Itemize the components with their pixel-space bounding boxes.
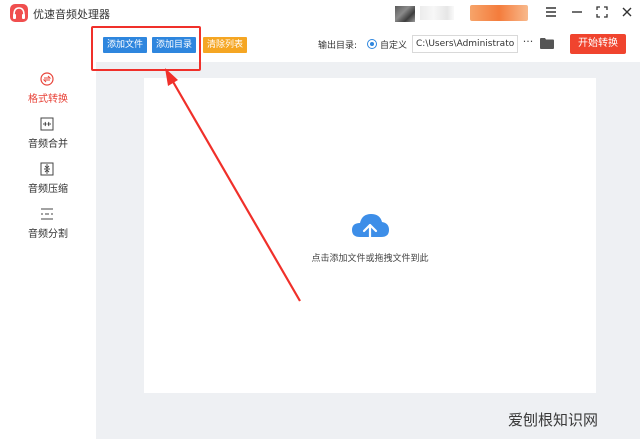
clear-list-button[interactable]: 清除列表 <box>203 37 248 53</box>
title-bar: 优速音频处理器 <box>0 0 640 26</box>
compress-icon <box>40 162 54 176</box>
folder-icon[interactable] <box>540 37 554 49</box>
start-convert-button[interactable]: 开始转换 <box>570 34 626 54</box>
custom-output-label[interactable]: 自定义 <box>380 38 407 51</box>
format-convert-icon <box>40 72 54 86</box>
sidebar-item-audio-compress[interactable]: 音频压缩 <box>0 162 96 206</box>
sidebar-item-label: 音频合并 <box>28 139 68 150</box>
app-title: 优速音频处理器 <box>33 8 110 21</box>
file-dropzone[interactable]: 点击添加文件或拖拽文件到此 <box>144 78 596 393</box>
sidebar-item-label: 音频压缩 <box>28 184 68 195</box>
menu-icon[interactable] <box>543 4 559 20</box>
sidebar-item-audio-merge[interactable]: 音频合并 <box>0 117 96 161</box>
output-dir-label: 输出目录: <box>318 41 358 51</box>
app-window: 优速音频处理器 格式转换 音频合并 音频压缩 音频分割 点击添加文件或拖拽文件到… <box>0 0 640 439</box>
maximize-icon[interactable] <box>594 4 610 20</box>
minimize-icon[interactable] <box>569 4 585 20</box>
app-logo-icon <box>10 4 28 22</box>
cloud-upload-icon <box>352 214 389 243</box>
close-icon[interactable] <box>619 4 635 20</box>
sidebar-item-label: 格式转换 <box>28 94 68 105</box>
user-name <box>420 6 454 20</box>
sidebar-item-label: 音频分割 <box>28 229 68 240</box>
sidebar-item-audio-split[interactable]: 音频分割 <box>0 207 96 251</box>
annotation-highlight-box <box>91 26 201 71</box>
custom-output-radio[interactable] <box>367 39 377 49</box>
workspace: 点击添加文件或拖拽文件到此 <box>96 62 640 439</box>
user-avatar[interactable] <box>395 6 415 22</box>
vip-badge[interactable] <box>470 5 528 21</box>
sidebar-item-format-convert[interactable]: 格式转换 <box>0 72 96 116</box>
output-path-field[interactable] <box>412 35 518 53</box>
sidebar: 格式转换 音频合并 音频压缩 音频分割 <box>0 62 96 439</box>
split-icon <box>41 208 53 220</box>
dropzone-hint: 点击添加文件或拖拽文件到此 <box>311 254 429 264</box>
watermark-text: 爱刨根知识网 <box>508 411 599 429</box>
merge-icon <box>40 117 54 131</box>
more-options-icon[interactable]: ··· <box>522 36 534 50</box>
